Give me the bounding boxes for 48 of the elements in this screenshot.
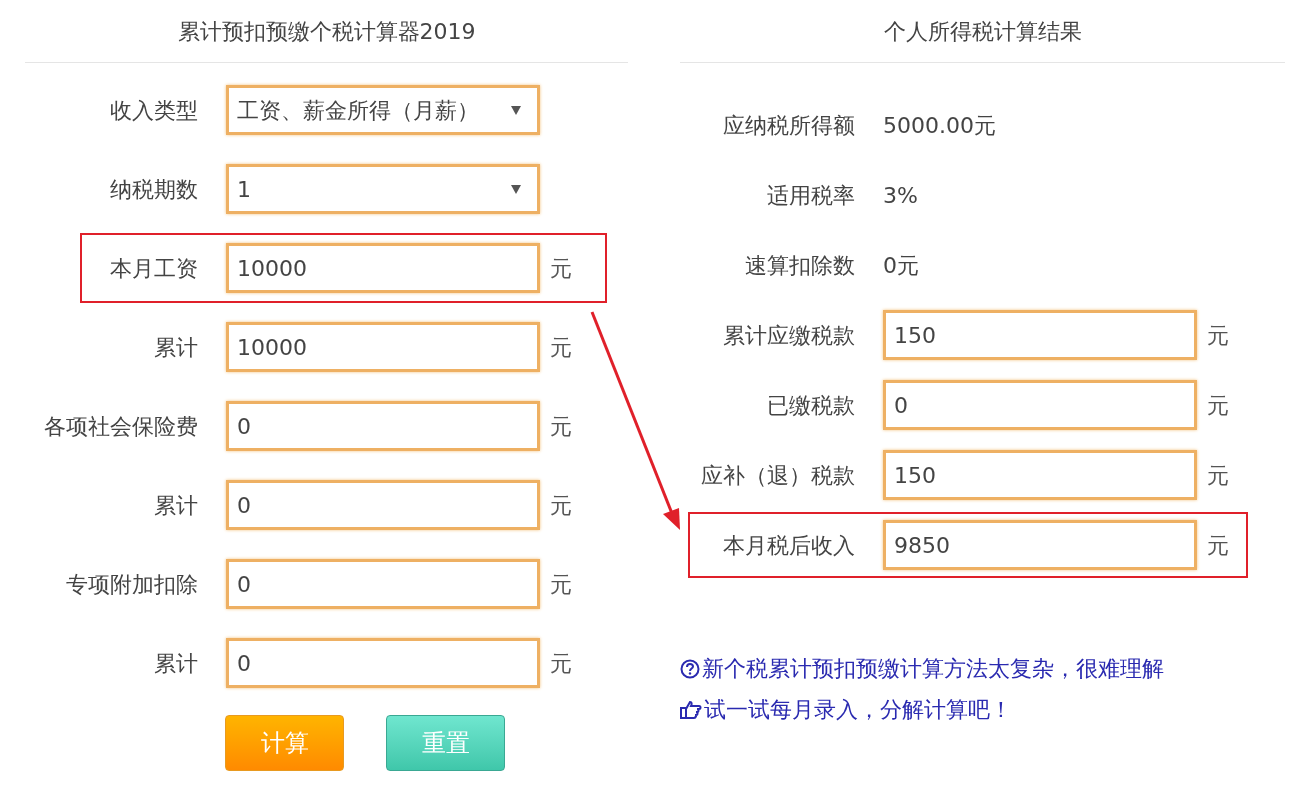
result-value: 5000.00元 xyxy=(883,112,996,138)
input-field[interactable]: 10000 xyxy=(226,243,540,293)
field-label: 适用税率 xyxy=(766,181,855,210)
input-field[interactable]: 0 xyxy=(226,401,540,451)
field-label: 各项社会保险费 xyxy=(43,412,198,441)
input-field[interactable]: 0 xyxy=(226,480,540,530)
input-field[interactable]: 0 xyxy=(883,380,1197,430)
field-label: 纳税期数 xyxy=(109,175,198,204)
result-value: 0元 xyxy=(883,252,919,278)
unit-label: 元 xyxy=(1207,391,1229,420)
input-field[interactable]: 10000 xyxy=(226,322,540,372)
field-label: 收入类型 xyxy=(109,96,198,125)
field-label: 本月税后收入 xyxy=(722,531,855,560)
field-label: 已缴税款 xyxy=(766,391,855,420)
unit-label: 元 xyxy=(550,649,572,678)
unit-label: 元 xyxy=(1207,321,1229,350)
dropdown-caret-icon xyxy=(511,184,521,194)
unit-label: 元 xyxy=(550,412,572,441)
result-value: 3% xyxy=(883,182,918,208)
select-field[interactable]: 工资、薪金所得（月薪） xyxy=(226,85,540,135)
input-field[interactable]: 150 xyxy=(883,450,1197,500)
field-label: 应补（退）税款 xyxy=(700,461,855,490)
help-link[interactable]: 新个税累计预扣预缴计算方法太复杂，很难理解 xyxy=(680,652,1285,685)
input-field[interactable]: 150 xyxy=(883,310,1197,360)
input-field[interactable]: 0 xyxy=(226,638,540,688)
field-label: 累计 xyxy=(153,491,198,520)
input-field[interactable]: 0 xyxy=(226,559,540,609)
field-label: 应纳税所得额 xyxy=(722,111,855,140)
field-label: 本月工资 xyxy=(109,254,198,283)
unit-label: 元 xyxy=(550,570,572,599)
dropdown-caret-icon xyxy=(511,105,521,115)
unit-label: 元 xyxy=(1207,461,1229,490)
field-label: 累计 xyxy=(153,333,198,362)
result-title: 个人所得税计算结果 xyxy=(680,0,1285,63)
field-label: 专项附加扣除 xyxy=(65,570,198,599)
select-field[interactable]: 1 xyxy=(226,164,540,214)
question-icon xyxy=(680,658,700,679)
field-label: 累计 xyxy=(153,649,198,678)
unit-label: 元 xyxy=(550,333,572,362)
unit-label: 元 xyxy=(550,491,572,520)
calculator-title: 累计预扣预缴个税计算器2019 xyxy=(25,0,628,63)
help-link[interactable]: 试一试每月录入，分解计算吧！ xyxy=(680,693,1285,726)
unit-label: 元 xyxy=(550,254,572,283)
unit-label: 元 xyxy=(1207,531,1229,560)
field-label: 累计应缴税款 xyxy=(722,321,855,350)
input-field[interactable]: 9850 xyxy=(883,520,1197,570)
field-label: 速算扣除数 xyxy=(744,251,855,280)
pointing-hand-icon xyxy=(680,699,702,720)
